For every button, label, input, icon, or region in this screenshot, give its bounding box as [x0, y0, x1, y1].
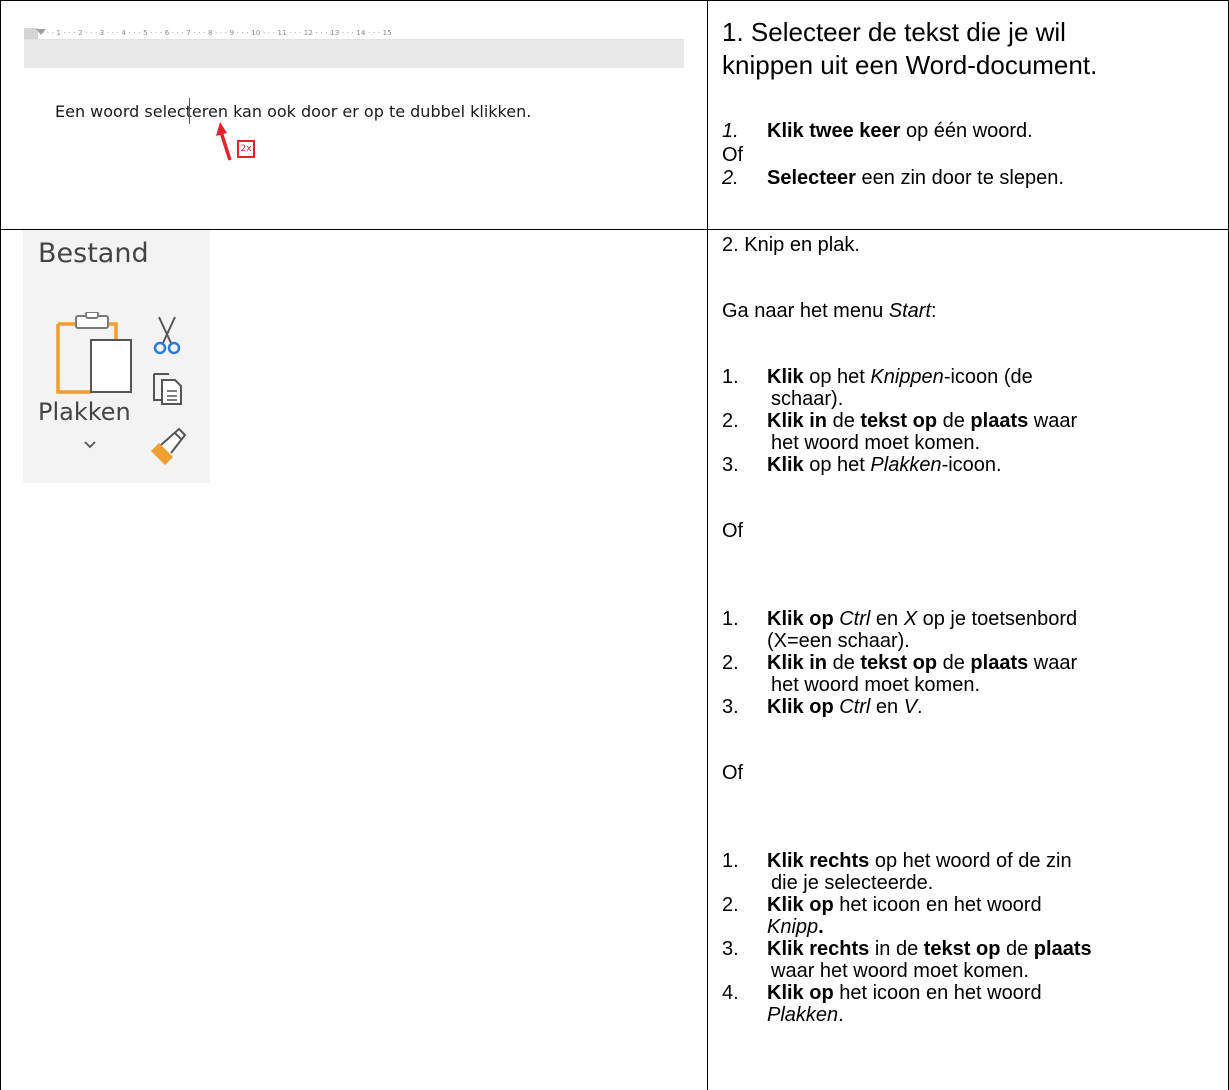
- indent-marker-icon: [36, 29, 46, 35]
- m2-item1: Klik op Ctrl en X op je toetsenbord: [767, 608, 1078, 630]
- ruler-numbers: · · · 1 · · · 2 · · · 3 · · · 4 · · · 5 …: [42, 29, 392, 37]
- m2-item2-line2: het woord moet komen.: [771, 674, 980, 696]
- m2-item2-number: 2.: [722, 652, 739, 674]
- table-border-left: [0, 0, 1, 1090]
- step1-item1-number: 1.: [722, 120, 739, 142]
- step2-title: 2. Knip en plak.: [722, 234, 860, 256]
- step1-or: Of: [722, 144, 744, 166]
- m3-item3-number: 3.: [722, 938, 739, 960]
- chevron-down-icon[interactable]: [83, 440, 97, 450]
- m1-item1-line2: schaar).: [771, 388, 844, 410]
- indent-box-icon: [37, 39, 46, 40]
- m2-item3-number: 3.: [722, 696, 739, 718]
- double-click-badge: 2x: [237, 140, 255, 158]
- step2-or-2: Of: [722, 762, 744, 784]
- step1-item2: Selecteer een zin door te slepen.: [767, 167, 1064, 189]
- document-sentence: Een woord selecteren kan ook door er op …: [55, 102, 532, 121]
- m2-item2: Klik in de tekst op de plaats waar: [767, 652, 1078, 674]
- m3-item3: Klik rechts in de tekst op de plaats: [767, 938, 1092, 960]
- table-border-top: [0, 0, 1229, 1]
- text-cursor: [189, 98, 190, 124]
- m3-item1: Klik rechts op het woord of de zin: [767, 850, 1072, 872]
- ribbon-clipboard-group: Bestand Plakken: [23, 230, 210, 483]
- step1-title: 1. Selecteer de tekst die je wil knippen…: [722, 17, 1098, 80]
- copy-icon[interactable]: [151, 370, 183, 406]
- step2-intro: Ga naar het menu Start:: [722, 300, 937, 322]
- step2-or-1: Of: [722, 520, 744, 542]
- word-ruler: · · · 1 · · · 2 · · · 3 · · · 4 · · · 5 …: [24, 28, 684, 68]
- m1-item1-number: 1.: [722, 366, 739, 388]
- m1-item2: Klik in de tekst op de plaats waar: [767, 410, 1078, 432]
- m1-item3: Klik op het Plakken-icoon.: [767, 454, 1002, 476]
- m3-item4-number: 4.: [722, 982, 739, 1004]
- m3-item2: Klik op het icoon en het woord: [767, 894, 1042, 916]
- table-border-column-divider: [707, 0, 708, 1090]
- ruler-strip: · · · 1 · · · 2 · · · 3 · · · 4 · · · 5 …: [24, 28, 684, 40]
- tab-bestand[interactable]: Bestand: [38, 238, 149, 269]
- m3-item1-line2: die je selecteerde.: [771, 872, 934, 894]
- m1-item3-number: 3.: [722, 454, 739, 476]
- m3-item4-line2: Plakken.: [767, 1004, 844, 1026]
- m3-item1-number: 1.: [722, 850, 739, 872]
- m2-item1-line2: (X=een schaar).: [767, 630, 910, 652]
- scissors-icon[interactable]: [151, 315, 183, 355]
- paste-label[interactable]: Plakken: [38, 398, 131, 426]
- format-painter-icon[interactable]: [147, 425, 189, 467]
- m1-item2-number: 2.: [722, 410, 739, 432]
- m2-item3: Klik op Ctrl en V.: [767, 696, 923, 718]
- m3-item2-line2: Knipp.: [767, 916, 824, 938]
- m3-item3-line2: waar het woord moet komen.: [771, 960, 1029, 982]
- step1-item1: Klik twee keer op één woord.: [767, 120, 1033, 142]
- step1-item2-number: 2.: [722, 167, 739, 189]
- m3-item2-number: 2.: [722, 894, 739, 916]
- m1-item1: Klik op het Knippen-icoon (de: [767, 366, 1033, 388]
- m1-item2-line2: het woord moet komen.: [771, 432, 980, 454]
- paste-icon[interactable]: [55, 312, 135, 394]
- m2-item1-number: 1.: [722, 608, 739, 630]
- m3-item4: Klik op het icoon en het woord: [767, 982, 1042, 1004]
- red-arrow-icon: [216, 122, 232, 161]
